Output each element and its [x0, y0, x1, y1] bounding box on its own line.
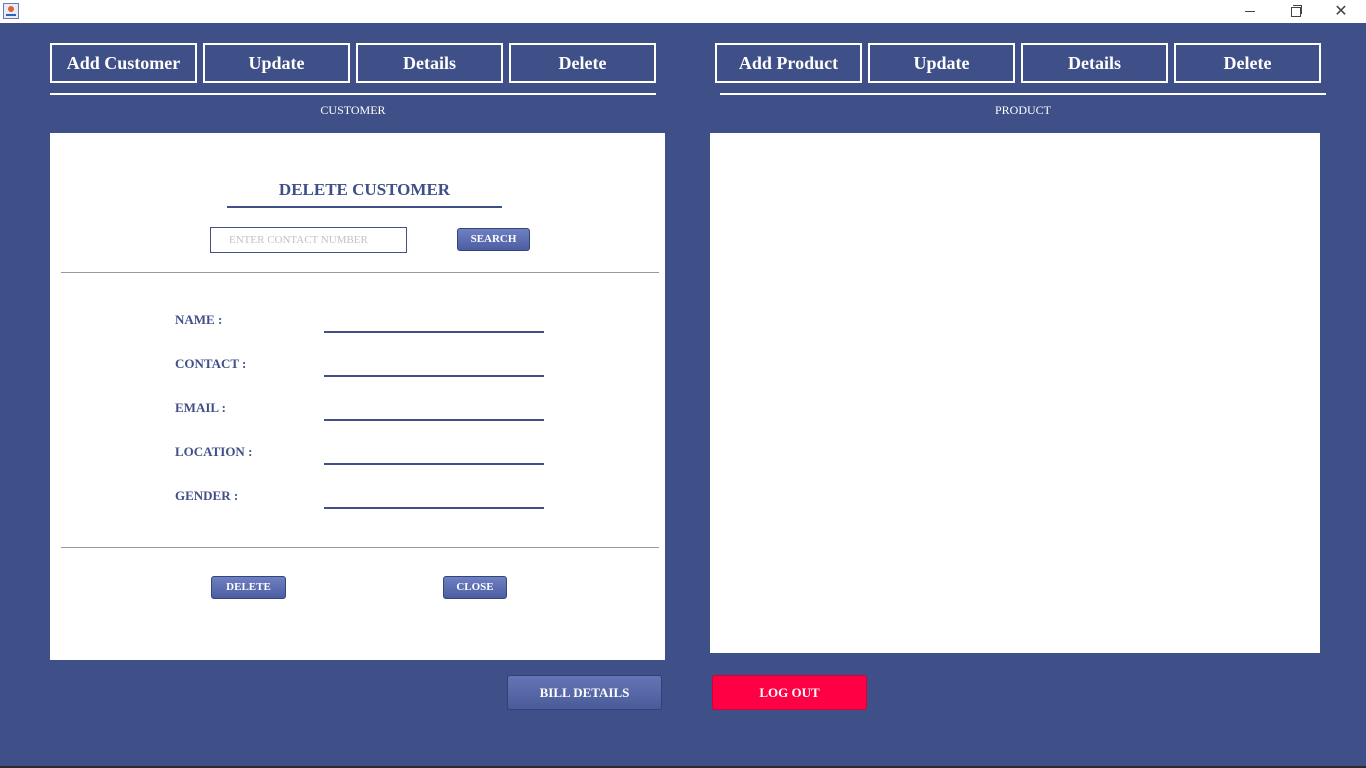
customer-section-label: CUSTOMER [320, 103, 386, 117]
email-label: EMAIL : [175, 400, 226, 415]
customer-panel [50, 133, 665, 660]
location-label: LOCATION : [175, 444, 253, 459]
java-app-icon [3, 3, 19, 19]
contact-field-line [324, 375, 544, 377]
customer-section-rule [50, 93, 656, 95]
minimize-button[interactable] [1227, 0, 1273, 23]
close-window-button[interactable]: ✕ [1318, 0, 1364, 23]
delete-product-button[interactable]: Delete [1174, 43, 1321, 83]
title-underline [227, 206, 502, 208]
add-product-button[interactable]: Add Product [715, 43, 862, 83]
close-button[interactable]: CLOSE [443, 576, 507, 599]
product-section-label: PRODUCT [994, 103, 1051, 117]
name-label: NAME : [175, 312, 223, 327]
gender-value [326, 489, 542, 507]
form-divider-top [61, 272, 659, 273]
delete-customer-title: DELETE CUSTOMER [278, 180, 451, 199]
form-divider-bottom [61, 547, 659, 548]
location-field-line [324, 463, 544, 465]
product-panel [710, 133, 1320, 653]
search-button[interactable]: SEARCH [457, 228, 530, 251]
delete-button[interactable]: DELETE [211, 576, 286, 599]
gender-label: GENDER : [175, 488, 239, 503]
contact-label: CONTACT : [175, 356, 247, 371]
update-product-button[interactable]: Update [868, 43, 1015, 83]
location-value [326, 445, 542, 463]
email-value [326, 401, 542, 419]
gender-field-line [324, 507, 544, 509]
restore-button[interactable] [1272, 0, 1318, 23]
customer-details-button[interactable]: Details [356, 43, 503, 83]
product-details-button[interactable]: Details [1021, 43, 1168, 83]
update-customer-button[interactable]: Update [203, 43, 350, 83]
name-field-line [324, 331, 544, 333]
name-value [326, 313, 542, 331]
bill-details-button[interactable]: BILL DETAILS [507, 675, 662, 710]
window-titlebar: ✕ [0, 0, 1366, 23]
delete-customer-tab-button[interactable]: Delete [509, 43, 656, 83]
contact-search-input[interactable] [210, 227, 407, 253]
product-section-rule [720, 93, 1326, 95]
logout-button[interactable]: LOG OUT [712, 675, 867, 710]
add-customer-button[interactable]: Add Customer [50, 43, 197, 83]
contact-value [326, 357, 542, 375]
email-field-line [324, 419, 544, 421]
